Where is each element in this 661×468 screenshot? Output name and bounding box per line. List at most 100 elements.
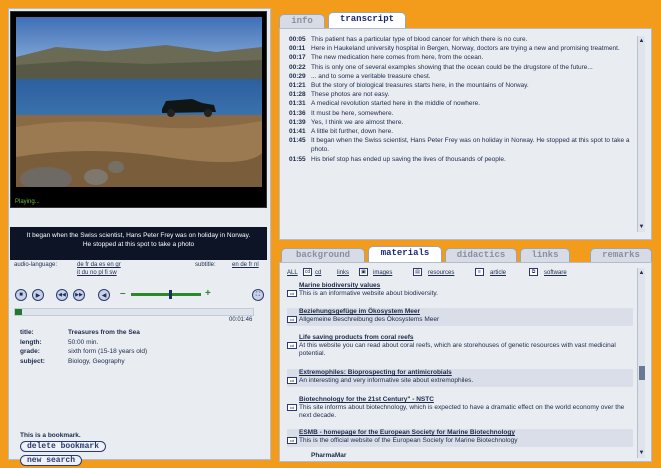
meta-row: title: Treasures from the Sea [20, 328, 147, 338]
transcript-timestamp[interactable]: 01:55 [289, 155, 311, 164]
tab-materials[interactable]: materials [368, 246, 442, 262]
scroll-down-icon[interactable]: ▼ [638, 224, 645, 230]
scroll-thumb[interactable] [639, 366, 645, 380]
material-description: This site informs about biotechnology, w… [299, 404, 625, 419]
material-title-link[interactable]: Biotechnology for the 21st Century" - NS… [299, 396, 434, 404]
player-controls: ■ ▶ ◀◀ ▶▶ ◀ – + ⛶ [13, 287, 269, 307]
rewind-button[interactable]: ◀◀ [56, 289, 68, 301]
material-item[interactable]: cd Extremophiles: Bioprospecting for anti… [287, 369, 633, 387]
tab-didactics[interactable]: didactics [445, 248, 517, 262]
material-description: This is an informative website about bio… [299, 290, 438, 297]
material-item[interactable]: cd Life saving products from coral reefs A… [287, 334, 633, 360]
transcript-line[interactable]: 01:39 Yes, I think we are almost there. [289, 118, 633, 127]
tab-links[interactable]: links [520, 248, 570, 262]
meta-key: subject: [20, 357, 45, 365]
transcript-timestamp[interactable]: 00:05 [289, 35, 311, 44]
tab-info[interactable]: info [279, 14, 325, 28]
transcript-line[interactable]: 01:36 It must be here, somewhere. [289, 109, 633, 118]
transcript-timestamp[interactable]: 00:29 [289, 72, 311, 81]
volume-up-icon[interactable]: + [205, 288, 211, 299]
material-title-link[interactable]: Life saving products from coral reefs [299, 334, 414, 342]
audio-langs-line1[interactable]: de fr da es en gr [77, 261, 147, 269]
transcript-timestamp[interactable]: 01:31 [289, 99, 311, 108]
filter-resources[interactable]: resources [428, 270, 454, 276]
filter-all[interactable]: ALL [287, 270, 298, 276]
transcript-line[interactable]: 00:17 The new medication here comes from … [289, 53, 633, 62]
material-item[interactable]: cd Biotechnology for the 21st Century" - … [287, 396, 633, 422]
volume-slider-track[interactable] [131, 293, 201, 296]
transcript-text: This is only one of several examples sho… [311, 63, 593, 71]
transcript-timestamp[interactable]: 01:28 [289, 90, 311, 99]
meta-value: Biology, Geography [68, 357, 125, 365]
transcript-text: It began when the Swiss scientist, Hans … [311, 137, 630, 154]
transcript-timestamp[interactable]: 01:41 [289, 127, 311, 136]
subtitle-language-options[interactable]: en de fr nl [232, 262, 259, 268]
audio-language-options[interactable]: de fr da es en gr it du no pl fi sw [77, 261, 147, 277]
transcript-timestamp[interactable]: 00:17 [289, 53, 311, 62]
transcript-line[interactable]: 00:29... and to some a veritable treasur… [289, 72, 633, 81]
filter-software[interactable]: software [544, 270, 567, 276]
transcript-scrollbar[interactable]: ▲ ▼ [637, 36, 645, 232]
transcript-text: These photos are not easy. [311, 91, 390, 99]
audio-langs-line2[interactable]: it du no pl fi sw [77, 269, 147, 277]
transcript-timestamp[interactable]: 00:22 [289, 63, 311, 72]
transcript-timestamp[interactable]: 01:36 [289, 109, 311, 118]
fullscreen-button[interactable]: ⛶ [252, 289, 264, 301]
material-item[interactable]: PharmaMar [287, 452, 633, 460]
transcript-timestamp[interactable]: 01:21 [289, 81, 311, 90]
material-title-link[interactable]: ESMB - homepage for the European Society… [299, 429, 515, 437]
progress-bar[interactable] [14, 308, 254, 316]
new-search-button[interactable]: new search [20, 455, 83, 466]
forward-button[interactable]: ▶▶ [73, 289, 85, 301]
scroll-down-icon[interactable]: ▼ [638, 450, 645, 456]
material-item[interactable]: cd Beziehungsgefüge im Ökosystem Meer Allg… [287, 308, 633, 326]
material-item[interactable]: cd ESMB - homepage for the European Socie… [287, 429, 633, 447]
material-title-link[interactable]: Extremophiles: Bioprospecting for antimi… [299, 369, 452, 377]
transcript-line[interactable]: 01:41 A little bit further, down here. [289, 127, 633, 136]
transcript-line[interactable]: 00:11 Here in Haukeland university hospit… [289, 44, 633, 53]
material-title-link[interactable]: PharmaMar [311, 452, 346, 460]
play-button[interactable]: ▶ [32, 289, 44, 301]
transcript-text: This patient has a particular type of bl… [311, 36, 528, 43]
transcript-line[interactable]: 01:28 These photos are not easy. [289, 90, 633, 99]
filter-images[interactable]: images [373, 270, 392, 276]
filter-links[interactable]: links [337, 270, 349, 276]
materials-scrollbar[interactable]: ▲ ▼ [637, 268, 645, 458]
delete-bookmark-button[interactable]: delete bookmark [20, 441, 107, 452]
fullscreen-icon: ⛶ [255, 291, 261, 298]
video-player[interactable]: Playing... [10, 11, 267, 208]
transcript-line[interactable]: 01:31 A medical revolution started here i… [289, 99, 633, 108]
transcript-list[interactable]: 00:05 This patient has a particular type … [289, 35, 633, 231]
meta-key: title: [20, 329, 34, 336]
transcript-line[interactable]: 00:22 This is only one of several example… [289, 63, 633, 72]
transcript-line[interactable]: 01:55 His brief stop has ended up saving … [289, 155, 633, 164]
filter-article[interactable]: article [490, 270, 506, 276]
language-row: audio-language: de fr da es en gr it du … [14, 260, 266, 280]
transcript-timestamp[interactable]: 00:11 [289, 44, 311, 53]
cd-icon: cd [287, 316, 297, 323]
stop-icon: ■ [19, 292, 23, 298]
material-title-link[interactable]: Beziehungsgefüge im Ökosystem Meer [299, 308, 420, 316]
cd-icon: cd [303, 268, 312, 276]
material-title-link[interactable]: Marine biodiversity values [299, 282, 380, 290]
transcript-line[interactable]: 01:21 But the story of biological treasur… [289, 81, 633, 90]
mute-button[interactable]: ◀ [98, 289, 110, 301]
scroll-up-icon[interactable]: ▲ [638, 38, 645, 44]
tab-transcript[interactable]: transcript [328, 12, 406, 28]
filter-cd[interactable]: cd [315, 270, 321, 276]
tab-background[interactable]: background [281, 248, 365, 262]
stop-button[interactable]: ■ [15, 289, 27, 301]
transcript-line[interactable]: 01:45 It began when the Swiss scientist, … [289, 136, 633, 154]
transcript-line[interactable]: 00:05 This patient has a particular type … [289, 35, 633, 44]
tab-remarks[interactable]: remarks [590, 248, 652, 262]
material-item[interactable]: cd Marine biodiversity values This is an i… [287, 282, 633, 300]
time-display: 00:01:46 [229, 317, 253, 323]
materials-filter-bar: ALL cd cd links ▣ images ▤ resources ≡ a… [287, 268, 623, 279]
material-description: An interesting and very informative site… [299, 377, 474, 384]
volume-down-icon[interactable]: – [120, 288, 126, 299]
transcript-timestamp[interactable]: 01:39 [289, 118, 311, 127]
volume-slider-handle[interactable] [169, 290, 172, 299]
transcript-timestamp[interactable]: 01:45 [289, 136, 311, 154]
transcript-text: A medical revolution started here in the… [311, 100, 481, 108]
scroll-up-icon[interactable]: ▲ [638, 270, 645, 276]
